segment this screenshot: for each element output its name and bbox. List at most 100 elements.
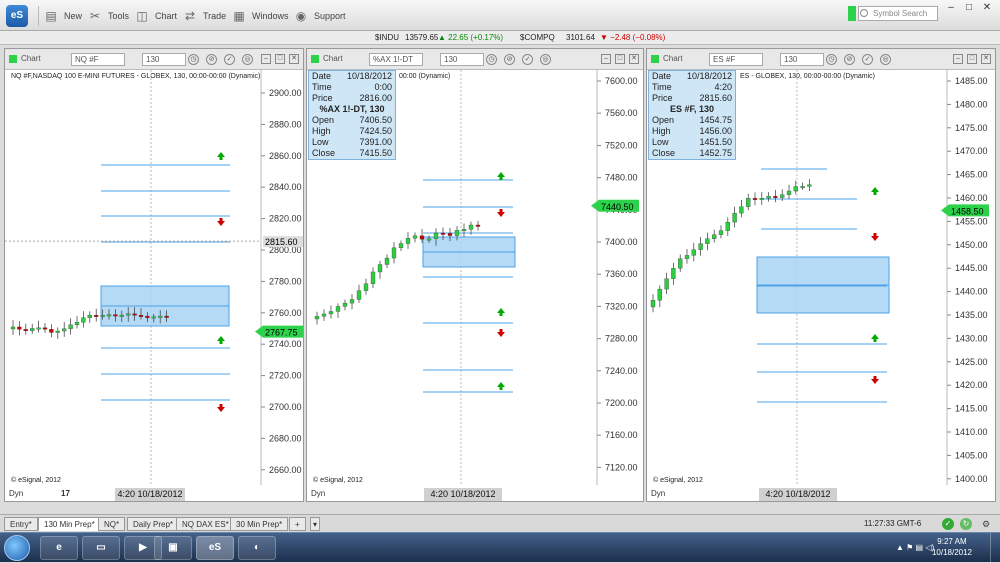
up-arrow-icon bbox=[217, 152, 225, 157]
page-tabs-bar: Entry* 130 Min Prep* NQ* Daily Prep* NQ … bbox=[0, 514, 1000, 532]
dyn-toggle[interactable]: Dyn bbox=[651, 489, 665, 498]
candle-body bbox=[732, 212, 737, 223]
windows-icon: ▦ bbox=[233, 9, 245, 23]
candle-body bbox=[786, 190, 792, 195]
symbol-search-input[interactable]: Symbol Search bbox=[858, 6, 938, 21]
axis-tick-label: 2820.00 bbox=[269, 214, 302, 224]
trade-icon: ⇄ bbox=[184, 9, 196, 23]
tools-button[interactable]: ✂ Tools bbox=[88, 8, 129, 24]
candle-body bbox=[164, 315, 169, 318]
tab-menu-button[interactable]: ▾ bbox=[310, 517, 321, 531]
windows-taskbar: e ▭ ▶ ▣ eS ◐ ▲ ⚑ ▤ ◁) 9:27 AM 10/18/2012 bbox=[0, 532, 1000, 563]
system-clock[interactable]: 9:27 AM 10/18/2012 bbox=[932, 536, 972, 558]
candle-body bbox=[440, 232, 446, 235]
chart-panel-es[interactable]: Chart ES #F 130 ◷ ⊘ ✓ ◎ – □ ✕ ES - GLOBE… bbox=[646, 48, 996, 502]
candle-body bbox=[42, 327, 48, 330]
tab-entry[interactable]: Entry* bbox=[4, 517, 38, 531]
arrow-stem bbox=[219, 341, 223, 344]
axis-tick-label: 1465.00 bbox=[955, 170, 988, 180]
axis-tick-label: 1480.00 bbox=[955, 99, 988, 109]
dyn-toggle[interactable]: Dyn bbox=[311, 489, 325, 498]
computer-icon[interactable]: ▣ bbox=[154, 536, 192, 560]
compq-change: ▼ −2.48 (−0.08%) bbox=[600, 33, 666, 42]
candle-body bbox=[113, 314, 118, 317]
axis-tick-label: 7480.00 bbox=[605, 173, 638, 183]
candle-body bbox=[158, 315, 163, 318]
maximize-icon[interactable]: □ bbox=[962, 2, 976, 14]
support-button[interactable]: ◉ Support bbox=[294, 8, 346, 24]
candle-body bbox=[426, 238, 432, 241]
show-desktop-button[interactable] bbox=[990, 533, 1000, 563]
axis-tick-label: 2860.00 bbox=[269, 151, 302, 161]
tab-30-min-prep[interactable]: 30 Min Prep* bbox=[230, 517, 289, 531]
windows-button[interactable]: ▦ Windows bbox=[232, 8, 288, 24]
arrow-stem bbox=[873, 192, 877, 195]
axis-tick-label: 2700.00 bbox=[269, 402, 302, 412]
internet-explorer-icon[interactable]: e bbox=[40, 536, 78, 560]
status-settings-icon[interactable]: ⚙ bbox=[980, 518, 992, 530]
up-arrow-icon bbox=[871, 187, 879, 192]
day-label: 17 bbox=[61, 489, 70, 498]
axis-tick-label: 2680.00 bbox=[269, 433, 302, 443]
down-arrow-icon bbox=[497, 212, 505, 217]
tab-nq[interactable]: NQ* bbox=[98, 517, 126, 531]
tab-nq-dax-es[interactable]: NQ DAX ES* bbox=[176, 517, 235, 531]
refresh-icon[interactable]: ↻ bbox=[960, 518, 972, 530]
candle-body bbox=[36, 327, 41, 330]
candle-body bbox=[74, 322, 80, 325]
trade-button[interactable]: ⇄ Trade bbox=[183, 8, 226, 24]
axis-tick-label: 1400.00 bbox=[955, 474, 988, 484]
price-chart-nq[interactable]: 2900.002880.002860.002840.002820.002800.… bbox=[5, 49, 303, 501]
esignal-taskbar-button[interactable]: eS bbox=[196, 536, 234, 560]
chart-button[interactable]: ◫ Chart bbox=[135, 8, 177, 24]
candle-body bbox=[23, 329, 28, 332]
candle-body bbox=[391, 247, 397, 259]
candle-body bbox=[807, 184, 812, 187]
new-button[interactable]: ▤ New bbox=[44, 8, 82, 24]
close-icon[interactable]: ✕ bbox=[980, 2, 994, 14]
axis-tick-label: 7560.00 bbox=[605, 108, 638, 118]
arrow-stem bbox=[873, 376, 877, 379]
app-icon[interactable]: ◐ bbox=[238, 536, 276, 560]
tab-130-min-prep[interactable]: 130 Min Prep* bbox=[38, 517, 101, 531]
candle-body bbox=[712, 234, 717, 239]
axis-tick-label: 1485.00 bbox=[955, 76, 988, 86]
dyn-toggle[interactable]: Dyn bbox=[9, 489, 23, 498]
candle-body bbox=[746, 198, 751, 207]
chart-panel-ax[interactable]: Chart %AX 1!-DT 130 ◷ ⊘ ✓ ◎ – □ ✕ 00:00 … bbox=[306, 48, 644, 502]
toolbar-separator bbox=[38, 6, 39, 26]
tab-daily-prep[interactable]: Daily Prep* bbox=[127, 517, 180, 531]
candle-body bbox=[356, 290, 362, 300]
candle-body bbox=[657, 288, 662, 301]
candle-body bbox=[447, 233, 453, 236]
candle-body bbox=[30, 328, 35, 331]
arrow-stem bbox=[499, 387, 503, 390]
copyright: © eSignal, 2012 bbox=[653, 477, 703, 484]
candle-body bbox=[454, 230, 460, 236]
candle-body bbox=[780, 194, 785, 198]
candle-body bbox=[678, 258, 683, 269]
chart-panel-nq[interactable]: Chart NQ #F 130 ◷ ⊘ ✓ ◎ – □ ✕ NQ #F,NASD… bbox=[4, 48, 304, 502]
add-tab-button[interactable]: + bbox=[289, 517, 306, 531]
copyright: © eSignal, 2012 bbox=[11, 477, 61, 484]
candle-body bbox=[739, 206, 744, 214]
axis-tick-label: 7200.00 bbox=[605, 398, 638, 408]
candle-body bbox=[119, 314, 124, 317]
candle-body bbox=[800, 186, 805, 189]
candle-body bbox=[370, 271, 376, 284]
start-button-icon[interactable] bbox=[4, 535, 30, 561]
candle-body bbox=[419, 235, 425, 240]
cursor-price-label: 2815.60 bbox=[265, 237, 298, 247]
compq-last: 3101.64 bbox=[566, 33, 595, 42]
down-arrow-icon bbox=[217, 407, 225, 412]
cursor-time-label: 4:20 10/18/2012 bbox=[424, 488, 502, 501]
axis-tick-label: 1475.00 bbox=[955, 123, 988, 133]
file-explorer-icon[interactable]: ▭ bbox=[82, 536, 120, 560]
candle-body bbox=[100, 315, 105, 317]
candle-body bbox=[468, 224, 474, 230]
chart-icon: ◫ bbox=[136, 9, 148, 23]
axis-tick-label: 1445.00 bbox=[955, 263, 988, 273]
candle-body bbox=[725, 221, 730, 231]
minimize-icon[interactable]: – bbox=[944, 2, 958, 14]
data-window: Date 10/18/2012 Time 0:00 Price 2816.00 %AX… bbox=[308, 70, 396, 160]
